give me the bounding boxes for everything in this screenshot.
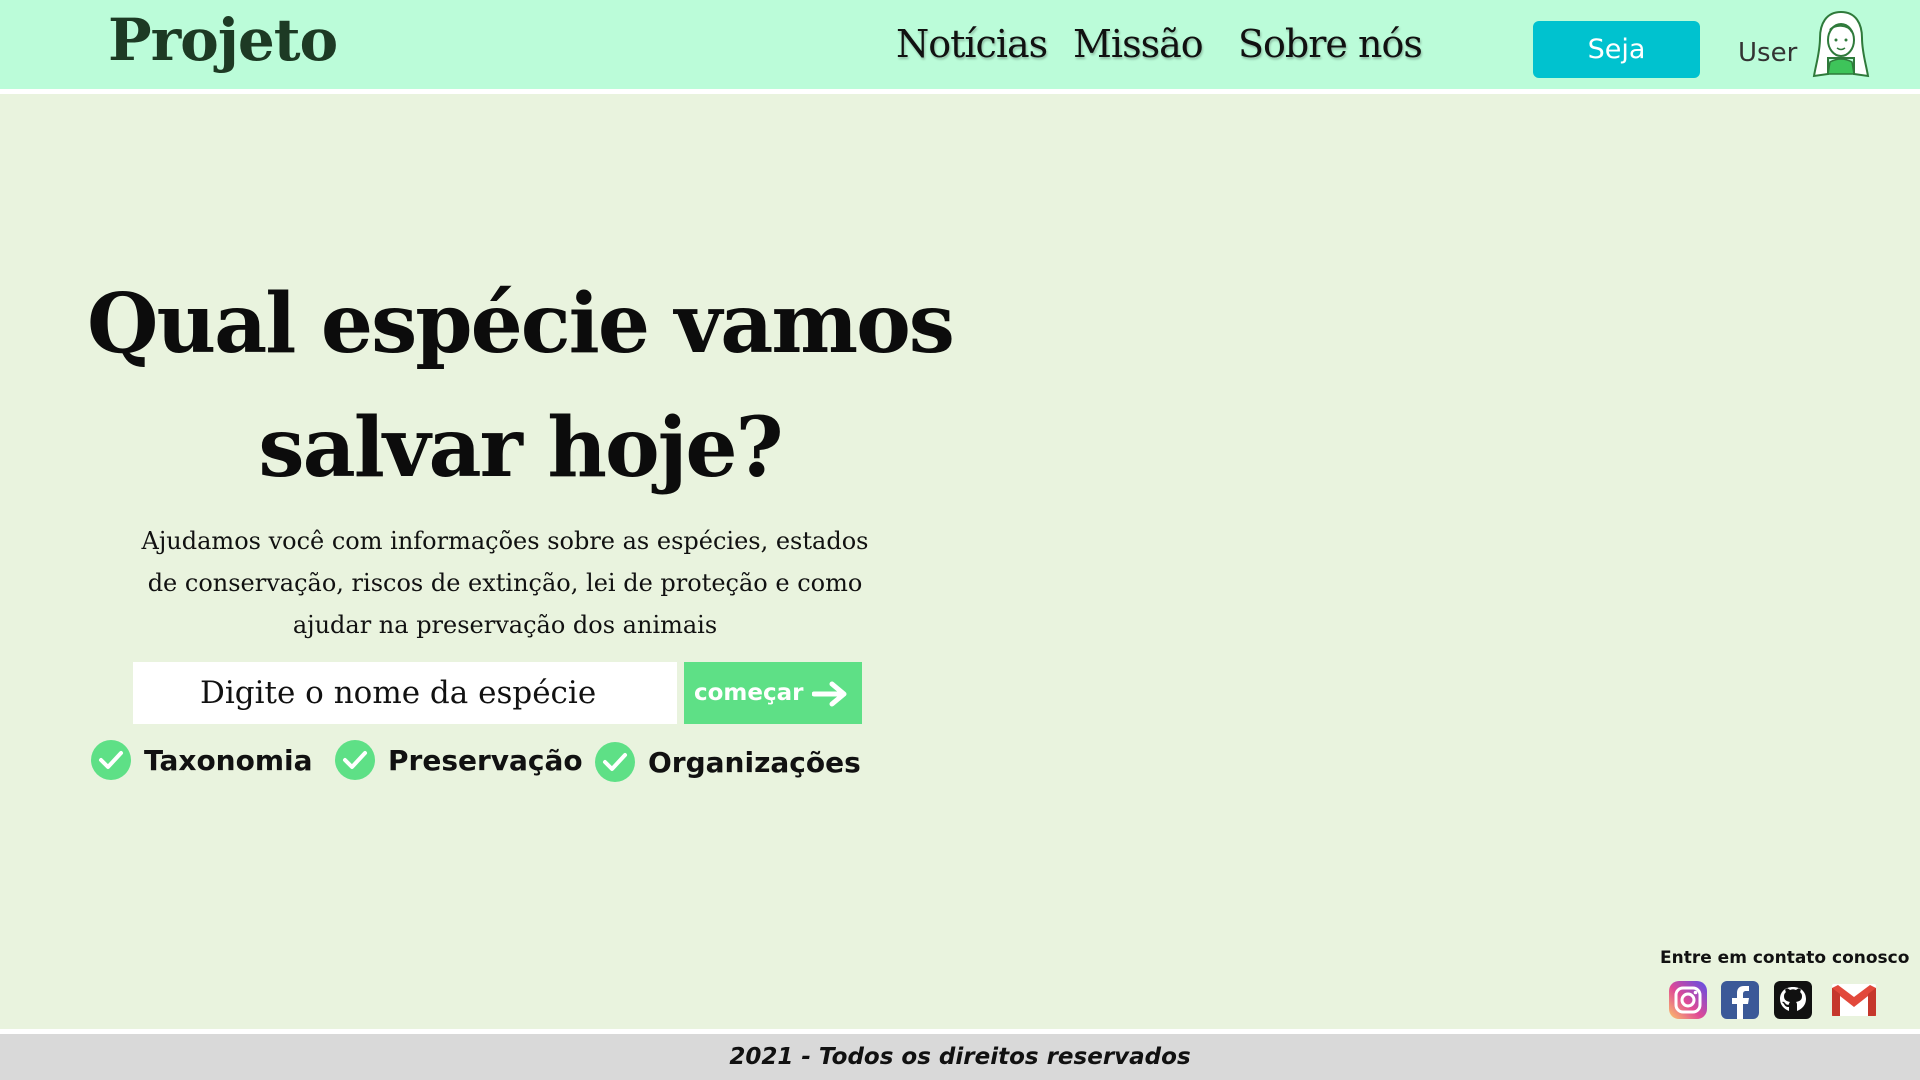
- nav-link-noticias[interactable]: Notícias: [896, 22, 1048, 66]
- hero-title-line2: salvar hoje?: [258, 400, 783, 496]
- hero-title-line1: Qual espécie vamos: [87, 276, 955, 372]
- instagram-icon[interactable]: [1668, 980, 1708, 1020]
- feature-label: Preservação: [388, 743, 583, 777]
- nav-link-missao[interactable]: Missão: [1073, 22, 1204, 66]
- gmail-icon[interactable]: [1830, 980, 1878, 1020]
- logo[interactable]: Projeto: [108, 6, 338, 74]
- feature-taxonomia: Taxonomia: [90, 739, 313, 781]
- comecar-button-label: começar: [694, 680, 804, 706]
- contact-label: Entre em contato conosco: [1660, 948, 1910, 968]
- user-label[interactable]: User: [1738, 38, 1797, 68]
- feature-organizacoes: Organizações: [594, 741, 861, 783]
- check-circle-icon: [91, 740, 131, 780]
- hero-title: Qual espécie vamos salvar hoje?: [60, 262, 980, 510]
- seja-button[interactable]: Seja: [1533, 21, 1700, 78]
- arrow-right-icon: [812, 681, 847, 707]
- feature-label: Taxonomia: [144, 743, 313, 777]
- check-circle-icon: [335, 740, 375, 780]
- comecar-button[interactable]: começar: [684, 662, 862, 724]
- footer-copyright: 2021 - Todos os direitos reservados: [729, 1044, 1191, 1070]
- check-circle-icon: [595, 742, 635, 782]
- header: Projeto Notícias Missão Sobre nós Seja U…: [0, 0, 1920, 94]
- feature-label: Organizações: [648, 745, 861, 779]
- github-icon[interactable]: [1773, 980, 1813, 1020]
- facebook-icon[interactable]: [1720, 980, 1760, 1020]
- user-avatar-icon[interactable]: [1808, 8, 1874, 86]
- hero-description: Ajudamos você com informações sobre as e…: [141, 527, 869, 639]
- feature-preservacao: Preservação: [334, 739, 583, 781]
- species-search-input[interactable]: [133, 662, 677, 724]
- footer: 2021 - Todos os direitos reservados: [0, 1029, 1920, 1080]
- nav-link-sobre-nos[interactable]: Sobre nós: [1238, 22, 1423, 66]
